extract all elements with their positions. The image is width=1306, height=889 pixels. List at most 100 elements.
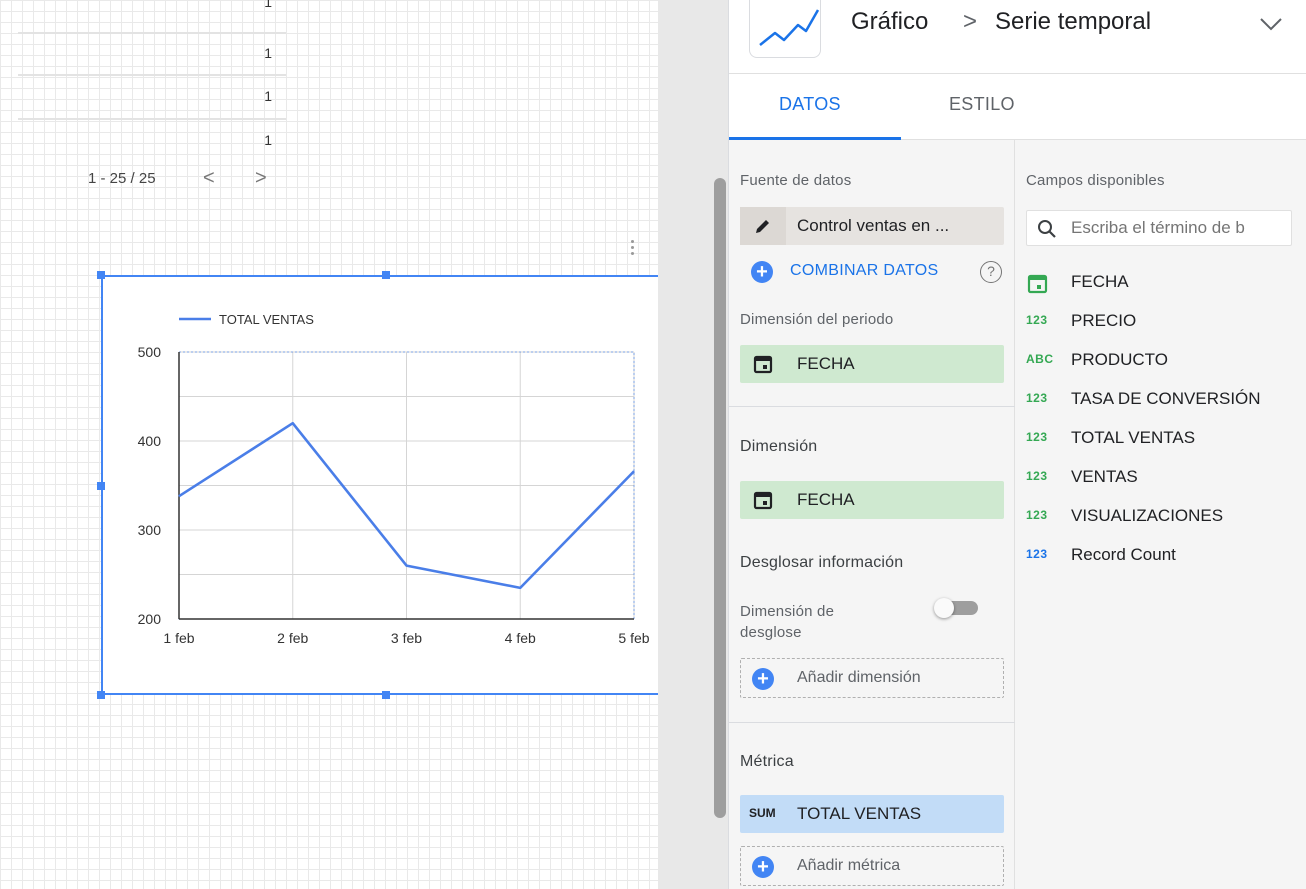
tab-estilo[interactable]: ESTILO: [949, 94, 1015, 115]
y-tick-label: 300: [138, 522, 162, 538]
add-metric-button[interactable]: + Añadir métrica: [740, 846, 1004, 886]
resize-handle[interactable]: [382, 271, 390, 279]
resize-handle[interactable]: [382, 691, 390, 699]
field-item[interactable]: 123 PRECIO: [1026, 309, 1302, 335]
report-canvas[interactable]: 1 1 1 1 1 - 25 / 25 < > 200 300 400 500 1 fe…: [0, 0, 658, 889]
x-tick-label: 1 feb: [163, 630, 194, 646]
drilldown-label: Desglosar información: [740, 554, 904, 571]
more-vert-icon[interactable]: [629, 240, 639, 258]
pager-prev-icon[interactable]: <: [203, 167, 215, 190]
panel-header: Gráfico > Serie temporal: [729, 0, 1306, 74]
data-point: [519, 587, 521, 589]
dimension-value: FECHA: [797, 490, 855, 509]
table-row-divider: [18, 118, 286, 120]
table-cell: 1: [264, 132, 272, 148]
y-tick-label: 400: [138, 433, 162, 449]
x-tick-label: 2 feb: [277, 630, 308, 646]
search-input[interactable]: [1071, 211, 1291, 245]
line-chart-icon: [759, 9, 820, 46]
table-cell: 1: [264, 45, 272, 61]
number-type-icon: 123: [1026, 391, 1048, 405]
number-type-icon: 123: [1026, 430, 1048, 444]
field-item[interactable]: FECHA: [1026, 270, 1302, 296]
plus-icon: +: [752, 668, 774, 690]
metric-value: TOTAL VENTAS: [797, 804, 922, 823]
table-cell: 1: [264, 0, 272, 10]
field-item[interactable]: 123 TOTAL VENTAS: [1026, 426, 1302, 452]
aggregation-tag[interactable]: SUM: [749, 806, 776, 820]
calendar-icon: [1027, 274, 1048, 294]
number-type-icon: 123: [1026, 508, 1048, 522]
plus-icon: +: [752, 856, 774, 878]
field-name: Record Count: [1071, 545, 1176, 564]
data-point: [292, 422, 294, 424]
drilldown-toggle[interactable]: [934, 598, 980, 618]
field-name: TASA DE CONVERSIÓN: [1071, 389, 1261, 408]
data-config-column: Fuente de datos Control ventas en ... + …: [729, 140, 1015, 889]
y-tick-label: 500: [138, 344, 162, 360]
table-row-divider: [18, 32, 286, 34]
number-type-icon: 123: [1026, 313, 1048, 327]
blend-data-button[interactable]: COMBINAR DATOS: [790, 262, 939, 280]
properties-panel: Gráfico > Serie temporal DATOS ESTILO Fu…: [728, 0, 1306, 889]
table-pager-text: 1 - 25 / 25: [88, 170, 156, 187]
field-item[interactable]: 123 VISUALIZACIONES: [1026, 504, 1302, 530]
number-type-icon: 123: [1026, 547, 1048, 561]
field-name: VISUALIZACIONES: [1071, 506, 1224, 525]
pencil-icon[interactable]: [740, 207, 786, 245]
breadcrumb-separator: >: [963, 8, 978, 35]
plus-icon[interactable]: +: [751, 261, 773, 283]
period-dimension-label: Dimensión del periodo: [740, 311, 894, 328]
field-item[interactable]: ABC PRODUCTO: [1026, 348, 1302, 374]
period-dimension-chip[interactable]: FECHA: [740, 345, 1004, 383]
number-type-icon: 123: [1026, 469, 1048, 483]
field-name: PRECIO: [1071, 311, 1137, 330]
field-name: VENTAS: [1071, 467, 1138, 486]
time-series-chart[interactable]: 200 300 400 500 1 feb 2 feb 3 feb 4 feb 5 feb TOT…: [101, 275, 658, 695]
chart-type-name: Serie temporal: [995, 8, 1152, 35]
section-divider: [729, 406, 1015, 407]
pager-next-icon[interactable]: >: [255, 167, 267, 190]
data-source-label: Fuente de datos: [740, 172, 852, 189]
field-search[interactable]: [1026, 210, 1292, 246]
period-dimension-value: FECHA: [797, 354, 855, 373]
chart-type-selector[interactable]: [749, 0, 821, 58]
data-source-chip[interactable]: Control ventas en ...: [740, 207, 1004, 245]
panel-tabs: DATOS ESTILO: [729, 74, 1306, 140]
dimension-label: Dimensión: [740, 438, 818, 455]
legend-label: TOTAL VENTAS: [219, 312, 314, 327]
add-metric-label: Añadir métrica: [797, 857, 901, 874]
resize-handle[interactable]: [97, 691, 105, 699]
field-name: PRODUCTO: [1071, 350, 1168, 369]
panel-title: Gráfico: [851, 8, 929, 35]
metric-chip[interactable]: SUM TOTAL VENTAS: [740, 795, 1004, 833]
drilldown-toggle-label: Dimensión de: [740, 603, 835, 620]
tab-datos[interactable]: DATOS: [779, 94, 841, 115]
table-widget[interactable]: 1 1 1 1: [18, 0, 286, 160]
calendar-icon: [740, 481, 786, 519]
add-dimension-button[interactable]: + Añadir dimensión: [740, 658, 1004, 698]
field-item[interactable]: 123 TASA DE CONVERSIÓN: [1026, 387, 1302, 413]
chart-svg: 200 300 400 500 1 feb 2 feb 3 feb 4 feb 5 feb TOT…: [138, 312, 650, 646]
search-icon: [1038, 220, 1056, 238]
available-fields-column: Campos disponibles FECHA 123 PRECIO ABC PROD…: [1015, 140, 1306, 889]
toggle-knob: [934, 598, 954, 618]
help-icon[interactable]: ?: [980, 261, 1002, 283]
resize-handle[interactable]: [97, 271, 105, 279]
text-type-icon: ABC: [1026, 352, 1054, 366]
field-name: TOTAL VENTAS: [1071, 428, 1196, 447]
x-tick-label: 5 feb: [618, 630, 649, 646]
table-cell: 1: [264, 88, 272, 104]
resize-handle[interactable]: [97, 482, 105, 490]
x-tick-label: 3 feb: [391, 630, 422, 646]
field-item[interactable]: 123 Record Count: [1026, 543, 1302, 569]
metric-label: Métrica: [740, 753, 794, 770]
x-tick-label: 4 feb: [505, 630, 536, 646]
field-item[interactable]: 123 VENTAS: [1026, 465, 1302, 491]
data-point: [178, 495, 180, 497]
scrollbar[interactable]: [714, 178, 726, 818]
chevron-down-icon[interactable]: [1257, 12, 1285, 36]
calendar-icon: [740, 345, 786, 383]
dimension-chip[interactable]: FECHA: [740, 481, 1004, 519]
field-name: FECHA: [1071, 272, 1129, 291]
